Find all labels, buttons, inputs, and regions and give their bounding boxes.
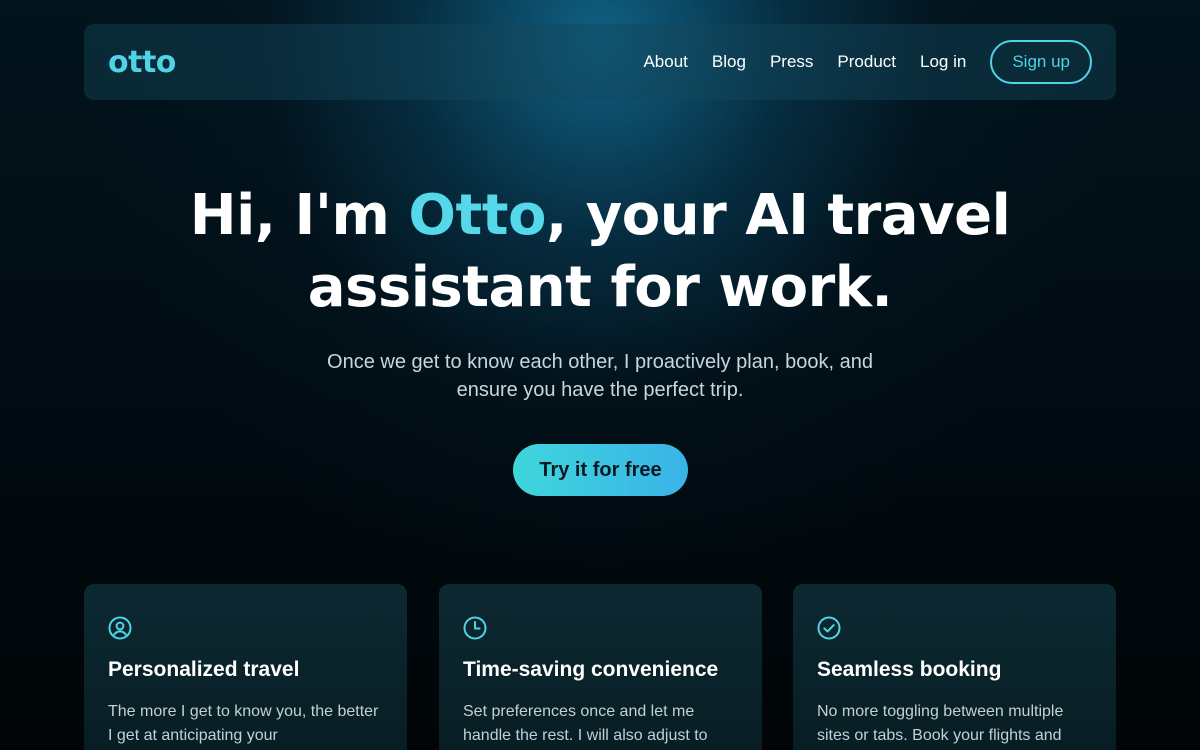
hero-title-line2: assistant for work. <box>307 255 893 320</box>
feature-title: Personalized travel <box>108 658 300 681</box>
top-navbar: otto About Blog Press Product Log in Sig… <box>84 24 1116 100</box>
feature-description: No more toggling between multiple sites … <box>817 703 1064 744</box>
nav-link-press[interactable]: Press <box>770 52 813 72</box>
hero-title-accent: Otto <box>408 183 547 248</box>
nav-links: About Blog Press Product Log in Sign up <box>619 40 1092 84</box>
check-circle-icon <box>817 616 841 640</box>
try-free-button[interactable]: Try it for free <box>513 444 688 496</box>
hero-title-intro: Hi, I'm <box>189 183 409 248</box>
feature-card-personalized: Personalized travel The more I get to kn… <box>84 584 407 750</box>
nav-link-login[interactable]: Log in <box>920 52 966 72</box>
hero-subtitle: Once we get to know each other, I proact… <box>327 351 873 401</box>
otto-logo[interactable]: otto <box>108 45 176 80</box>
user-circle-icon <box>108 616 132 640</box>
feature-card-seamless-booking: Seamless booking No more toggling betwee… <box>793 584 1116 750</box>
hero-title-line1-rest: , your AI travel <box>546 183 1011 248</box>
hero-title: Hi, I'm Otto, your AI travel assistant f… <box>0 180 1200 324</box>
feature-title: Time-saving convenience <box>463 658 719 681</box>
feature-description: Set preferences once and let me handle t… <box>463 703 708 744</box>
feature-description: The more I get to know you, the better I… <box>108 703 379 744</box>
nav-link-product[interactable]: Product <box>837 52 896 72</box>
clock-icon <box>463 616 487 640</box>
nav-link-about[interactable]: About <box>643 52 687 72</box>
feature-card-time-saving: Time-saving convenience Set preferences … <box>439 584 762 750</box>
landing-page: otto About Blog Press Product Log in Sig… <box>0 0 1200 750</box>
nav-link-blog[interactable]: Blog <box>712 52 746 72</box>
signup-button[interactable]: Sign up <box>990 40 1092 84</box>
feature-title: Seamless booking <box>817 658 1002 681</box>
